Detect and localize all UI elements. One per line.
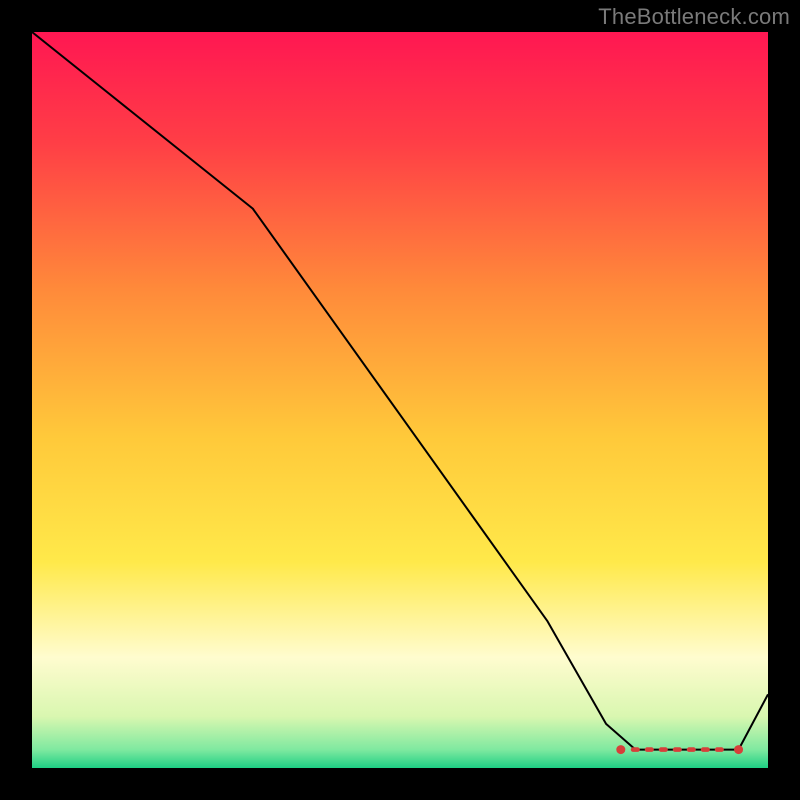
plot-area	[32, 32, 768, 768]
gradient-bg	[32, 32, 768, 768]
watermark-text: TheBottleneck.com	[598, 4, 790, 30]
chart-svg	[32, 32, 768, 768]
chart-root: TheBottleneck.com	[0, 0, 800, 800]
